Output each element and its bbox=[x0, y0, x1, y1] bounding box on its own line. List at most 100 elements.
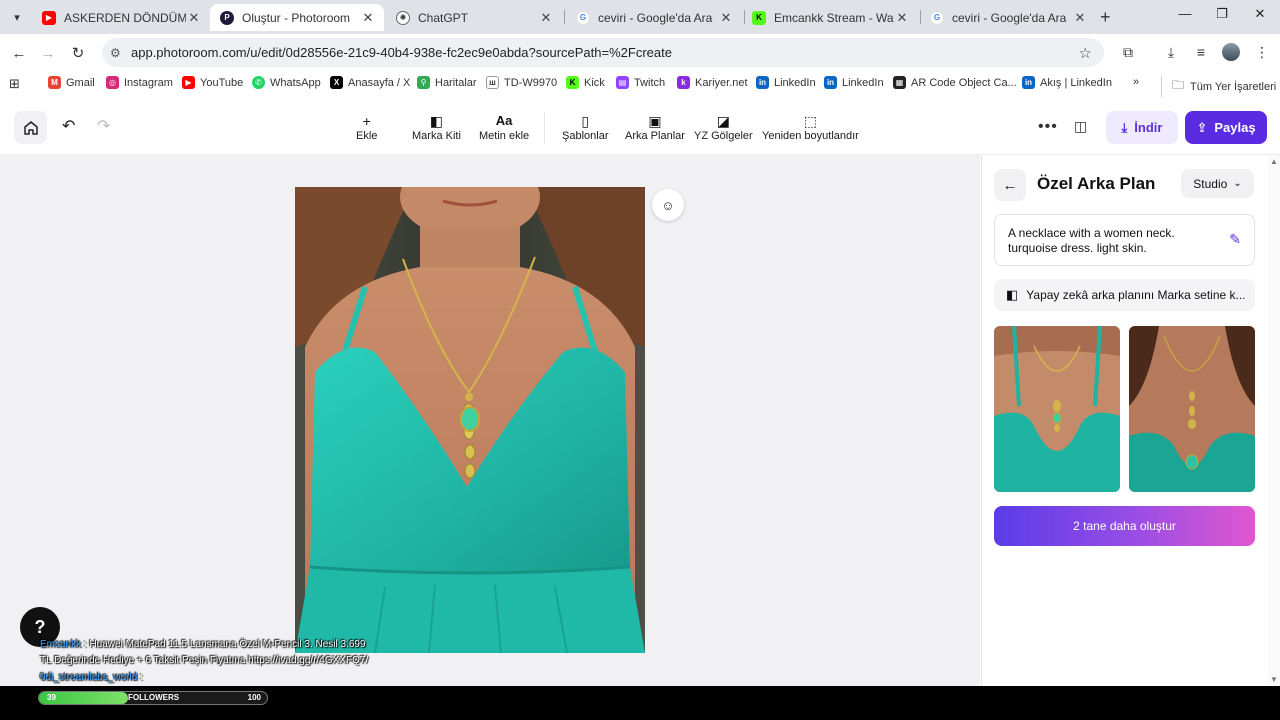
bookmark-router[interactable]: ш TD-W9970 bbox=[486, 76, 557, 89]
tab-chatgpt[interactable]: ✺ ChatGPT ✕ bbox=[386, 4, 562, 31]
toolbar-divider bbox=[544, 112, 545, 144]
site-info-icon[interactable]: ⚙ bbox=[110, 46, 126, 60]
bookmark-youtube[interactable]: ▶ YouTube bbox=[182, 76, 243, 89]
followers-label: FOLLOWERS bbox=[128, 693, 180, 702]
all-bookmarks-folder[interactable]: 🗀 Tüm Yer İşaretleri bbox=[1161, 76, 1276, 97]
more-options-icon[interactable]: ••• bbox=[1038, 118, 1058, 136]
bookmark-maps[interactable]: ⚲ Haritalar bbox=[417, 76, 477, 89]
download-button[interactable]: ⤓ İndir bbox=[1106, 111, 1178, 144]
minimize-icon[interactable]: — bbox=[1175, 6, 1195, 21]
scroll-down-icon[interactable]: ▼ bbox=[1270, 675, 1278, 684]
result-thumbnail[interactable] bbox=[994, 326, 1120, 492]
close-icon[interactable]: ✕ bbox=[538, 10, 554, 26]
tool-ai-shadows[interactable]: ◪ YZ Gölgeler bbox=[694, 112, 753, 142]
forward-arrow-icon[interactable]: → bbox=[37, 42, 59, 64]
bookmark-instagram[interactable]: ◎ Instagram bbox=[106, 76, 173, 89]
bookmark-star-icon[interactable]: ☆ bbox=[1079, 44, 1092, 62]
bookmark-arcode[interactable]: ▦ AR Code Object Ca... bbox=[893, 76, 1017, 89]
redo-icon[interactable]: ↷ bbox=[97, 116, 110, 136]
bookmark-whatsapp[interactable]: ✆ WhatsApp bbox=[252, 76, 321, 89]
bookmark-akis-linkedin[interactable]: in Akış | LinkedIn bbox=[1022, 76, 1112, 89]
layers-panel-icon[interactable]: ◫ bbox=[1074, 118, 1087, 135]
product-image[interactable] bbox=[295, 187, 645, 653]
download-icon[interactable]: ⤓ bbox=[1161, 44, 1181, 61]
plus-icon: + bbox=[362, 113, 371, 129]
back-arrow-icon[interactable]: ← bbox=[8, 42, 30, 64]
tab-title: ChatGPT bbox=[418, 10, 469, 25]
tab-title: ceviri - Google'da Ara bbox=[952, 10, 1067, 25]
more-bookmarks-chevron-icon[interactable]: » bbox=[1133, 76, 1139, 88]
kick-icon: K bbox=[566, 76, 579, 89]
tab-google-ceviri[interactable]: G ceviri - Google'da Ara ✕ bbox=[566, 4, 742, 31]
bookmark-linkedin-2[interactable]: in LinkedIn bbox=[824, 76, 884, 89]
apps-grid-icon[interactable]: ⊞ bbox=[9, 76, 20, 92]
bookmark-label: Kariyer.net bbox=[695, 76, 748, 89]
bookmark-label: Kick bbox=[584, 76, 605, 89]
help-icon[interactable]: ? bbox=[20, 607, 60, 647]
generate-more-button[interactable]: 2 tane daha oluştur bbox=[994, 506, 1255, 546]
style-dropdown[interactable]: Studio ⌄ bbox=[1181, 169, 1254, 198]
tab-google-ceviri-2[interactable]: G ceviri - Google'da Ara ✕ bbox=[920, 4, 1096, 31]
prompt-field[interactable]: A necklace with a women neck. turquoise … bbox=[994, 214, 1255, 266]
profile-avatar[interactable] bbox=[1222, 43, 1240, 61]
save-to-brand-kit-button[interactable]: ◧ Yapay zekâ arka planını Marka setine k… bbox=[994, 279, 1255, 311]
chatgpt-icon: ✺ bbox=[396, 10, 410, 25]
close-icon[interactable]: ✕ bbox=[894, 10, 910, 26]
tool-backgrounds[interactable]: ▣ Arka Planlar bbox=[625, 112, 685, 142]
tab-youtube[interactable]: ▶ ASKERDEN DÖNDÜM! - Yo ✕ bbox=[32, 4, 210, 31]
linkedin-icon: in bbox=[1022, 76, 1035, 89]
youtube-icon: ▶ bbox=[42, 10, 56, 25]
kick-icon: K bbox=[752, 10, 766, 25]
tool-add[interactable]: + Ekle bbox=[356, 112, 377, 142]
back-arrow-icon: ← bbox=[1002, 176, 1018, 194]
close-icon[interactable]: ✕ bbox=[186, 10, 202, 26]
tab-search-chevron-icon[interactable]: ▾ bbox=[6, 7, 28, 27]
reload-icon[interactable]: ↻ bbox=[67, 42, 89, 64]
feedback-icon[interactable]: ☺ bbox=[652, 189, 684, 221]
bookmark-linkedin[interactable]: in LinkedIn bbox=[756, 76, 816, 89]
close-icon[interactable]: ✕ bbox=[718, 10, 734, 26]
whatsapp-icon: ✆ bbox=[252, 76, 265, 89]
bookmark-x[interactable]: X Anasayfa / X bbox=[330, 76, 410, 89]
style-dropdown-value: Studio bbox=[1193, 176, 1228, 191]
close-icon[interactable]: ✕ bbox=[360, 10, 376, 26]
result-thumbnail[interactable] bbox=[1129, 326, 1255, 492]
prompt-text[interactable]: A necklace with a women neck. turquoise … bbox=[1008, 226, 1175, 255]
pencil-icon[interactable]: ✎ bbox=[1229, 232, 1241, 247]
tab-photoroom[interactable]: P Oluştur - Photoroom ✕ bbox=[210, 4, 384, 31]
maximize-icon[interactable]: ❐ bbox=[1212, 6, 1232, 22]
editor-canvas[interactable]: ☺ ? bbox=[0, 155, 980, 686]
bookmark-label: LinkedIn bbox=[774, 76, 816, 89]
bookmark-twitch[interactable]: ▤ Twitch bbox=[616, 76, 665, 89]
url-text[interactable]: app.photoroom.com/u/edit/0d28556e-21c9-4… bbox=[131, 45, 672, 60]
home-button[interactable] bbox=[14, 111, 47, 144]
window-close-icon[interactable]: ✕ bbox=[1250, 6, 1270, 22]
custom-background-panel: ← Özel Arka Plan Studio ⌄ A necklace wit… bbox=[981, 155, 1268, 686]
close-icon[interactable]: ✕ bbox=[1072, 10, 1088, 26]
new-tab-button[interactable]: + bbox=[1100, 7, 1111, 28]
x-icon: X bbox=[330, 76, 343, 89]
bookmark-kariyer[interactable]: k Kariyer.net bbox=[677, 76, 748, 89]
bookmark-kick[interactable]: K Kick bbox=[566, 76, 605, 89]
bookmark-label: LinkedIn bbox=[842, 76, 884, 89]
linkedin-icon: in bbox=[756, 76, 769, 89]
page-scrollbar[interactable]: ▲ ▼ bbox=[1268, 155, 1280, 686]
bookmark-label: Gmail bbox=[66, 76, 95, 89]
tool-resize[interactable]: ⬚ Yeniden boyutlandır bbox=[762, 112, 859, 142]
menu-kebab-icon[interactable]: ⋮ bbox=[1252, 44, 1272, 61]
panel-back-button[interactable]: ← bbox=[994, 169, 1026, 201]
tool-templates[interactable]: ▯ Şablonlar bbox=[562, 112, 608, 142]
extensions-icon[interactable]: ⧉ bbox=[1118, 44, 1138, 61]
tool-label: Metin ekle bbox=[479, 130, 530, 142]
undo-icon[interactable]: ↶ bbox=[62, 116, 75, 136]
media-control-icon[interactable]: ≡ bbox=[1191, 44, 1211, 60]
followers-current: 39 bbox=[47, 693, 56, 702]
tool-brand-kit[interactable]: ◧ Marka Kiti bbox=[412, 112, 461, 142]
share-button[interactable]: ⇪ Paylaş bbox=[1185, 111, 1267, 144]
scroll-up-icon[interactable]: ▲ bbox=[1270, 157, 1278, 166]
download-icon: ⤓ bbox=[1121, 119, 1128, 135]
tool-add-text[interactable]: Aa Metin ekle bbox=[479, 112, 529, 142]
tab-kick-stream[interactable]: K Emcankk Stream - Watch L ✕ bbox=[742, 4, 918, 31]
address-bar[interactable]: ⚙ app.photoroom.com/u/edit/0d28556e-21c9… bbox=[102, 38, 1104, 67]
bookmark-gmail[interactable]: M Gmail bbox=[48, 76, 95, 89]
